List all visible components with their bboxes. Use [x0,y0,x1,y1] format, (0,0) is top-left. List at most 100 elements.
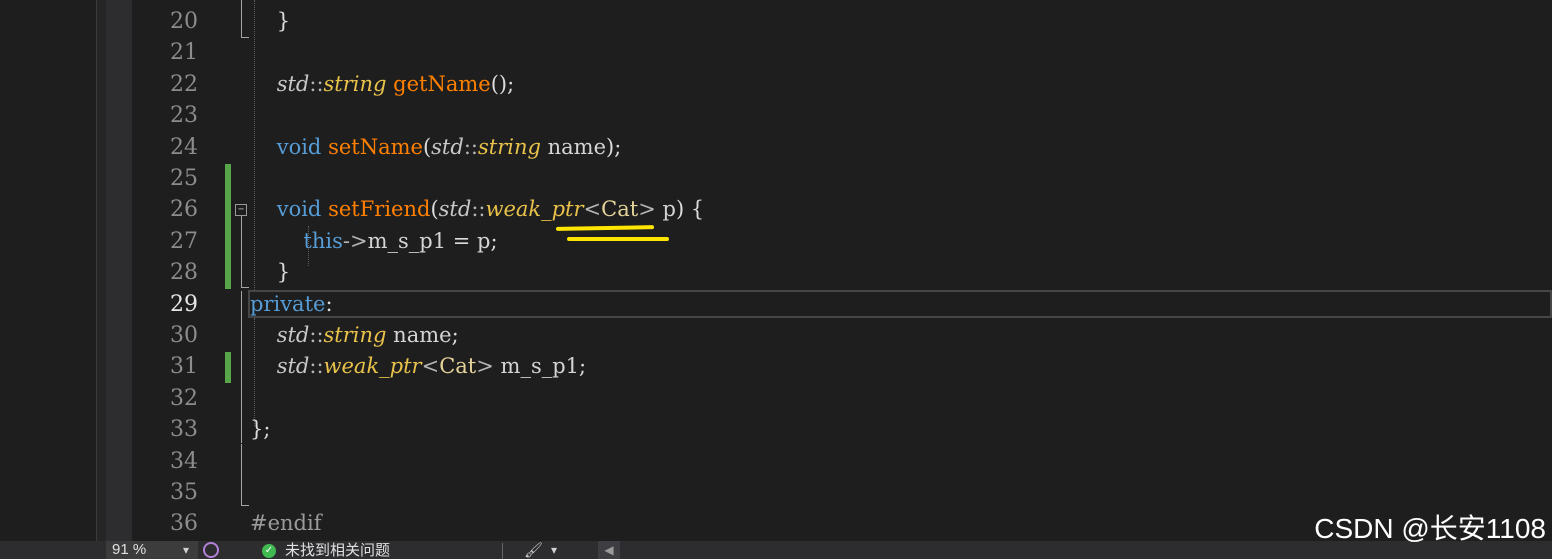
code-token: std [276,354,310,379]
code-line[interactable]: 24 void setName(std::string name); [132,132,1552,163]
code-token: ); [606,134,622,159]
line-number: 35 [170,480,198,505]
code-token: p [662,197,676,222]
code-token: (); [490,71,515,96]
code-token: < [421,354,440,379]
code-token: #endif [250,511,322,536]
line-number: 34 [170,448,198,474]
code-line[interactable]: 31 std::weak_ptr<Cat> m_s_p1; [132,351,1552,382]
line-number: 24 [170,134,198,160]
issues-status[interactable]: 未找到相关问题 [285,540,390,559]
code-line[interactable]: 28 } [132,257,1552,288]
code-line[interactable]: 26 void setFriend(std::weak_ptr<Cat> p) … [132,194,1552,225]
code-line[interactable]: 20 } [132,6,1552,37]
code-token: ( [430,197,439,222]
code-token: = [446,228,478,253]
code-token: m_s_p1 [500,354,580,379]
watermark: CSDN @长安1108 [1314,513,1546,544]
code-text[interactable]: }; [250,414,270,445]
code-text[interactable]: #endif [250,508,321,539]
code-line[interactable]: 22 std::string getName(); [132,69,1552,100]
status-divider [502,543,503,559]
code-text[interactable]: this->m_s_p1 = p; [250,226,497,257]
code-text[interactable]: std::string getName(); [250,69,514,100]
code-token: weak_ptr [485,197,584,222]
code-token: m_s_p1 [367,228,447,253]
code-token: }; [250,417,271,442]
code-text[interactable]: } [250,6,290,37]
code-line[interactable]: 32 [132,383,1552,414]
code-token: string [323,323,387,347]
code-text[interactable]: } [250,257,290,288]
code-token: :: [463,134,478,159]
code-token: this [303,228,343,253]
code-token: Cat [439,354,477,379]
code-token: Cat [601,197,639,222]
line-number: 33 [170,417,198,443]
code-token: void [276,197,322,222]
code-line[interactable]: 30 std::string name; [132,320,1552,351]
line-number: 27 [170,228,198,254]
line-number: 31 [170,354,198,380]
line-number: 28 [170,260,198,286]
intellicode-icon[interactable] [203,542,219,558]
glyph-margin[interactable] [106,0,132,541]
code-token: std [438,197,472,222]
code-token: < [583,197,602,222]
code-token: std [276,71,310,96]
code-line[interactable]: 33}; [132,414,1552,445]
left-panel-strip [0,0,96,559]
yellow-underline-annotation [567,237,669,241]
code-token: getName [393,71,491,96]
paintbrush-icon[interactable]: 🖌 [524,541,543,559]
scroll-left-icon[interactable]: ◀ [598,541,620,559]
chevron-down-icon[interactable]: ▾ [183,543,189,557]
code-line[interactable]: 34 [132,446,1552,477]
code-token: weak_ptr [323,354,422,379]
code-token: :: [309,71,324,96]
collapse-toggle-icon[interactable]: − [235,204,247,216]
code-line[interactable]: 35 [132,477,1552,508]
line-number: 21 [170,40,198,66]
line-number: 32 [170,385,198,411]
code-text[interactable]: std::weak_ptr<Cat> m_s_p1; [250,351,586,382]
code-line[interactable]: 27 this->m_s_p1 = p; [132,226,1552,257]
code-token: } [250,9,291,33]
panel-gutter [97,0,106,541]
code-token: name [547,134,607,159]
code-line[interactable]: 29 private: [132,289,1552,320]
code-text[interactable]: private: [250,289,333,320]
line-number: 23 [170,103,198,129]
code-text[interactable]: std::string name; [250,320,459,351]
code-token: ; [579,354,587,379]
line-number: 20 [170,9,198,34]
code-token: ) { [675,197,705,222]
code-token: name [393,323,452,347]
code-line[interactable]: 23 [132,100,1552,131]
code-token: string [323,71,387,96]
code-token: ( [422,134,432,159]
line-number: 29 [170,291,198,317]
code-token: } [250,260,291,285]
zoom-level[interactable]: 91 % [112,540,146,559]
code-token: :: [309,354,324,379]
code-text[interactable]: void setName(std::string name); [250,132,622,163]
code-token: :: [471,197,486,222]
code-token: string [477,134,541,159]
code-line[interactable]: 21 [132,37,1552,68]
code-line[interactable]: 25 [132,163,1552,194]
code-token: p [477,228,491,253]
code-token: :: [309,323,324,347]
code-token: private [250,291,326,316]
chevron-down-icon[interactable]: ▾ [551,543,557,557]
code-token: void [276,134,322,159]
code-text[interactable]: void setFriend(std::weak_ptr<Cat> p) { [250,194,704,225]
line-number: 22 [170,71,198,97]
code-token: setName [328,134,423,159]
